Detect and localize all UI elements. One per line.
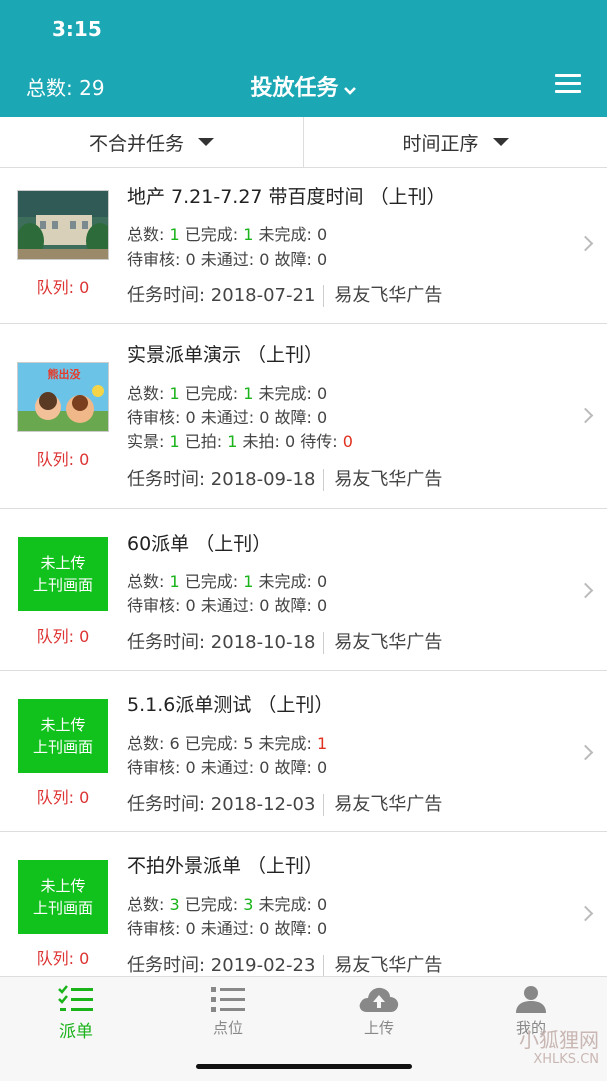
list-icon bbox=[211, 987, 245, 1012]
task-stats-line: 总数: 1 已完成: 1 未完成: 0 bbox=[127, 225, 328, 244]
page-title-dropdown[interactable]: 投放任务 bbox=[0, 70, 607, 102]
task-meta: 任务时间: 2018-09-18 易友飞华广告 bbox=[127, 469, 443, 491]
task-thumbnail-image bbox=[17, 190, 109, 260]
task-date: 2018-09-18 bbox=[210, 469, 316, 490]
tab-upload[interactable]: 上传 bbox=[334, 985, 424, 1038]
task-title: 5.1.6派单测试 （上刊） bbox=[127, 694, 334, 716]
task-title: 实景派单演示 （上刊） bbox=[127, 344, 324, 366]
task-card[interactable]: 队列: 0 地产 7.21-7.27 带百度时间 （上刊） 总数: 1 已完成:… bbox=[0, 168, 607, 324]
task-title: 60派单 （上刊） bbox=[127, 533, 272, 555]
chevron-right-icon bbox=[577, 582, 594, 599]
chevron-right-icon bbox=[577, 235, 594, 252]
task-company: 易友飞华广告 bbox=[334, 632, 443, 653]
no-upload-thumbnail: 未上传 上刊画面 bbox=[18, 537, 108, 611]
caret-down-icon bbox=[198, 138, 214, 146]
chevron-right-icon bbox=[577, 905, 594, 922]
queue-count: 队列: 0 bbox=[36, 278, 90, 297]
task-date: 2018-12-03 bbox=[210, 794, 316, 815]
task-meta: 任务时间: 2018-10-18 易友飞华广告 bbox=[127, 632, 443, 654]
merge-filter-dropdown[interactable]: 不合并任务 bbox=[0, 117, 304, 167]
task-title: 不拍外景派单 （上刊） bbox=[127, 855, 324, 877]
task-stats-line: 总数: 1 已完成: 1 未完成: 0 bbox=[127, 572, 328, 591]
task-date: 2019-02-23 bbox=[210, 955, 316, 976]
task-stats-line: 总数: 6 已完成: 5 未完成: 1 bbox=[127, 734, 328, 753]
merge-filter-label: 不合并任务 bbox=[88, 132, 184, 155]
task-stats-line: 总数: 1 已完成: 1 未完成: 0 bbox=[127, 384, 328, 403]
queue-count: 队列: 0 bbox=[36, 627, 90, 646]
app-header: 3:15 总数: 29 投放任务 bbox=[0, 0, 607, 117]
task-company: 易友飞华广告 bbox=[334, 794, 443, 815]
tab-label: 点位 bbox=[212, 1019, 243, 1037]
user-icon bbox=[516, 986, 546, 1013]
task-date: 2018-10-18 bbox=[210, 632, 316, 653]
page-title: 投放任务 bbox=[250, 76, 339, 101]
task-card[interactable]: 未上传 上刊画面 队列: 0 60派单 （上刊） 总数: 1 已完成: 1 未完成… bbox=[0, 509, 607, 671]
svg-text:熊出没: 熊出没 bbox=[48, 367, 82, 381]
tab-label: 派单 bbox=[59, 1022, 93, 1042]
chevron-down-icon bbox=[343, 77, 357, 102]
no-upload-thumbnail: 未上传 上刊画面 bbox=[18, 699, 108, 773]
task-list-icon bbox=[58, 985, 93, 1011]
task-review-line: 待审核: 0 未通过: 0 故障: 0 bbox=[127, 408, 328, 427]
task-meta: 任务时间: 2018-07-21 易友飞华广告 bbox=[127, 285, 443, 307]
task-review-line: 待审核: 0 未通过: 0 故障: 0 bbox=[127, 250, 328, 269]
task-real-scene-line: 实景: 1 已拍: 1 未拍: 0 待传: 0 bbox=[127, 432, 353, 451]
sort-filter-label: 时间正序 bbox=[402, 132, 479, 155]
queue-count: 队列: 0 bbox=[36, 949, 90, 968]
status-time: 3:15 bbox=[52, 17, 102, 41]
task-date: 2018-07-21 bbox=[210, 285, 316, 306]
task-company: 易友飞华广告 bbox=[334, 955, 443, 976]
task-review-line: 待审核: 0 未通过: 0 故障: 0 bbox=[127, 758, 328, 777]
chevron-right-icon bbox=[577, 407, 594, 424]
task-meta: 任务时间: 2019-02-23 易友飞华广告 bbox=[127, 955, 443, 976]
queue-count: 队列: 0 bbox=[36, 450, 90, 469]
tab-dispatch[interactable]: 派单 bbox=[31, 985, 121, 1042]
caret-down-icon bbox=[492, 138, 509, 146]
task-card[interactable]: 未上传 上刊画面 队列: 0 5.1.6派单测试 （上刊） 总数: 6 已完成: … bbox=[0, 671, 607, 832]
task-review-line: 待审核: 0 未通过: 0 故障: 0 bbox=[127, 919, 328, 938]
task-meta: 任务时间: 2018-12-03 易友飞华广告 bbox=[127, 794, 443, 816]
watermark-logo: 小狐狸网 XHLKS.CN bbox=[519, 1028, 599, 1067]
task-card[interactable]: 熊出没 队列: 0 实景派单演示 （上刊） 总数: 1 已完成: 1 未完成: … bbox=[0, 324, 607, 509]
no-upload-thumbnail: 未上传 上刊画面 bbox=[18, 860, 108, 934]
task-list: 队列: 0 地产 7.21-7.27 带百度时间 （上刊） 总数: 1 已完成:… bbox=[0, 168, 607, 976]
chevron-right-icon bbox=[577, 744, 594, 761]
sort-filter-dropdown[interactable]: 时间正序 bbox=[304, 117, 607, 167]
cloud-upload-icon bbox=[359, 987, 399, 1012]
task-company: 易友飞华广告 bbox=[334, 285, 443, 306]
tab-locations[interactable]: 点位 bbox=[183, 985, 273, 1038]
menu-icon[interactable] bbox=[555, 74, 581, 94]
home-indicator[interactable] bbox=[196, 1064, 412, 1069]
task-thumbnail-image: 熊出没 bbox=[17, 362, 109, 432]
queue-count: 队列: 0 bbox=[36, 788, 90, 807]
task-review-line: 待审核: 0 未通过: 0 故障: 0 bbox=[127, 596, 328, 615]
task-title: 地产 7.21-7.27 带百度时间 （上刊） bbox=[127, 186, 446, 208]
tab-label: 上传 bbox=[363, 1019, 394, 1037]
task-card[interactable]: 未上传 上刊画面 队列: 0 不拍外景派单 （上刊） 总数: 3 已完成: 3 未… bbox=[0, 832, 607, 976]
task-stats-line: 总数: 3 已完成: 3 未完成: 0 bbox=[127, 895, 328, 914]
task-company: 易友飞华广告 bbox=[334, 469, 443, 490]
filter-bar: 不合并任务 时间正序 bbox=[0, 117, 607, 168]
